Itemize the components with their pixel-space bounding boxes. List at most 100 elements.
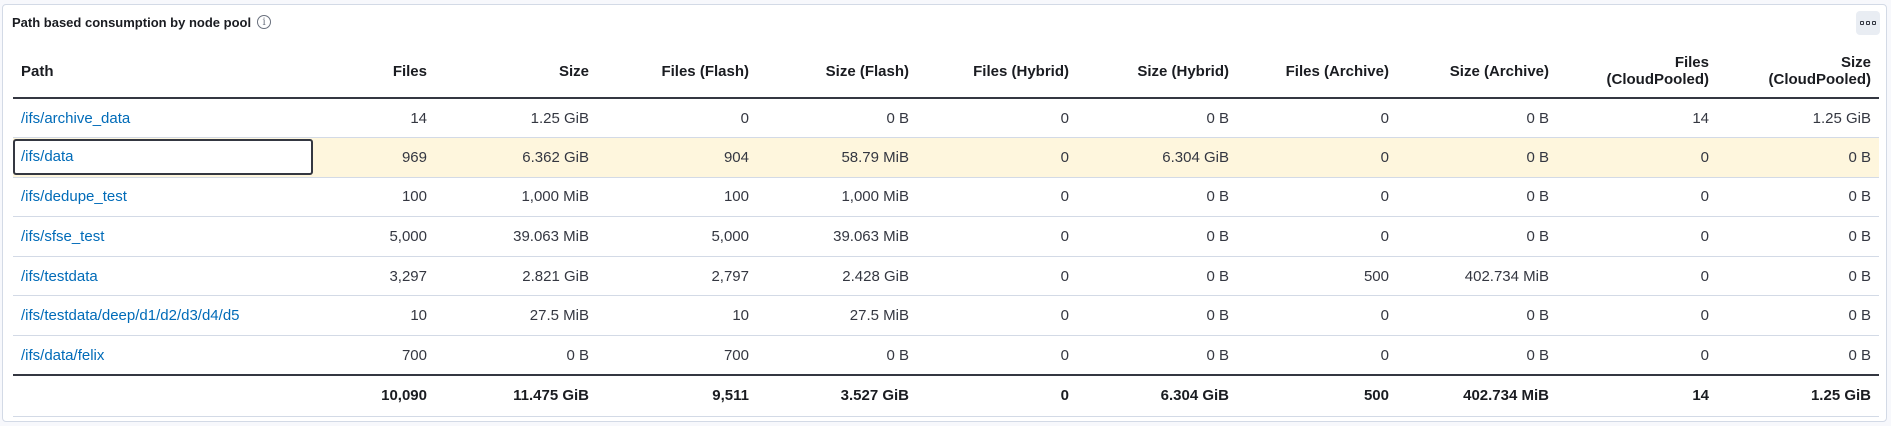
path-link[interactable]: /ifs/data/felix	[21, 347, 104, 364]
total-cell: 0	[917, 374, 1077, 417]
table-row[interactable]: /ifs/testdata/deep/d1/d2/d3/d4/d5 10 27.5 …	[13, 295, 1879, 337]
column-header-label: Files (Archive)	[1285, 62, 1389, 80]
table-row[interactable]: /ifs/data/felix 700 0 B 700 0 B00 B00 B00 B	[13, 335, 1879, 376]
column-header-label: (CloudPooled)	[1768, 71, 1871, 88]
table-cell: 5,000	[597, 216, 757, 257]
path-link[interactable]: /ifs/sfse_test	[21, 228, 104, 245]
path-cell[interactable]: /ifs/sfse_test	[13, 216, 313, 257]
info-icon[interactable]: i	[257, 15, 272, 29]
table-row[interactable]: /ifs/dedupe_test 100 1,000 MiB 100 1,000 MiB…	[13, 177, 1879, 218]
table-cell: 10	[597, 295, 757, 337]
column-header-label: Size (Archive)	[1449, 62, 1549, 80]
boxes-icon	[1860, 21, 1876, 25]
table-totals-row: 10,090 11.475 GiB 9,511 3.527 GiB 0 6.304 GiB…	[13, 374, 1879, 417]
column-header-files-cloudpooled[interactable]: Files (CloudPooled)	[1557, 45, 1717, 99]
table-cell: 0	[597, 98, 757, 139]
column-header-size[interactable]: Size	[435, 45, 597, 99]
column-header-label: Size	[1840, 54, 1871, 71]
path-link[interactable]: /ifs/data	[21, 148, 74, 165]
table-cell: 3,297	[313, 256, 435, 297]
focused-path-cell[interactable]: /ifs/data	[13, 139, 313, 176]
total-cell: 10,090	[313, 374, 435, 417]
path-link[interactable]: /ifs/testdata/deep/d1/d2/d3/d4/d5	[21, 307, 240, 324]
table-cell: 0	[917, 177, 1077, 218]
table-cell: 0 B	[1077, 216, 1237, 257]
table-cell: 5,000	[313, 216, 435, 257]
column-header-files-flash[interactable]: Files (Flash)	[597, 45, 757, 99]
column-header-size-cloudpooled[interactable]: Size (CloudPooled)	[1717, 45, 1879, 99]
table-cell: 2.821 GiB	[435, 256, 597, 297]
table-cell: 402.734 MiB	[1397, 256, 1557, 297]
path-cell[interactable]: /ifs/testdata/deep/d1/d2/d3/d4/d5	[13, 295, 313, 337]
column-header-label: Size	[558, 62, 589, 80]
total-cell: 14	[1557, 374, 1717, 417]
table-cell: 0	[917, 216, 1077, 257]
table-cell: 700	[597, 335, 757, 376]
table-row[interactable]: /ifs/testdata 3,297 2.821 GiB 2,797 2.428 Gi…	[13, 256, 1879, 297]
table-cell: 0 B	[1397, 295, 1557, 337]
table-cell: 0	[1557, 177, 1717, 218]
table-cell: 0 B	[1717, 216, 1879, 257]
column-header-label: Files	[392, 62, 427, 80]
consumption-table: Path Files Size Files (Flash) Size (Flash) Fi…	[13, 45, 1879, 417]
column-header-label: Size (Flash)	[825, 62, 909, 80]
table-cell: 0	[1557, 216, 1717, 257]
column-header-label: Files (Flash)	[661, 62, 749, 80]
table-row[interactable]: /ifs/archive_data 14 1.25 GiB 0 0 B00 B00 B1…	[13, 98, 1879, 139]
table-row[interactable]: /ifs/data 969 6.362 GiB 904 58.79 MiB 0 6.304 …	[13, 137, 1879, 178]
panel-options-button[interactable]	[1856, 11, 1880, 35]
table-cell: 1.25 GiB	[435, 98, 597, 139]
column-header-files[interactable]: Files	[313, 45, 435, 99]
column-header-size-flash[interactable]: Size (Flash)	[757, 45, 917, 99]
table-row[interactable]: /ifs/sfse_test 5,000 39.063 MiB 5,000 39.063…	[13, 216, 1879, 257]
table-cell: 0	[1237, 177, 1397, 218]
path-link[interactable]: /ifs/dedupe_test	[21, 188, 127, 205]
column-header-files-archive[interactable]: Files (Archive)	[1237, 45, 1397, 99]
table-cell: 39.063 MiB	[435, 216, 597, 257]
table-cell: 904	[597, 137, 757, 178]
table-cell: 0 B	[1397, 177, 1557, 218]
path-cell[interactable]: /ifs/testdata	[13, 256, 313, 297]
path-cell[interactable]: /ifs/data/felix	[13, 335, 313, 376]
column-header-size-archive[interactable]: Size (Archive)	[1397, 45, 1557, 99]
table-cell: 0 B	[1717, 137, 1879, 178]
table-cell: 0 B	[435, 335, 597, 376]
path-cell[interactable]: /ifs/dedupe_test	[13, 177, 313, 218]
table-cell: 10	[313, 295, 435, 337]
table-cell: 0	[1557, 335, 1717, 376]
table-cell: 0 B	[1397, 216, 1557, 257]
table-cell: 39.063 MiB	[757, 216, 917, 257]
path-link[interactable]: /ifs/archive_data	[21, 110, 130, 127]
table-cell: 0 B	[1077, 256, 1237, 297]
table-cell: 100	[597, 177, 757, 218]
column-header-label: Size (Hybrid)	[1137, 62, 1229, 80]
column-header-path[interactable]: Path	[13, 45, 313, 99]
path-link[interactable]: /ifs/testdata	[21, 268, 98, 285]
table-cell: 6.362 GiB	[435, 137, 597, 178]
table-cell: 2,797	[597, 256, 757, 297]
table-cell: 0	[1557, 256, 1717, 297]
table-cell: 1,000 MiB	[757, 177, 917, 218]
total-cell: 6.304 GiB	[1077, 374, 1237, 417]
total-cell: 3.527 GiB	[757, 374, 917, 417]
table-cell: 100	[313, 177, 435, 218]
panel-title: Path based consumption by node pool	[12, 14, 252, 30]
table-cell: 0	[917, 256, 1077, 297]
table-cell: 0 B	[757, 335, 917, 376]
table-cell: 0 B	[1397, 98, 1557, 139]
table-cell: 0	[1237, 295, 1397, 337]
path-cell[interactable]: /ifs/data	[13, 137, 313, 178]
table-cell: 27.5 MiB	[757, 295, 917, 337]
table-body: /ifs/archive_data 14 1.25 GiB 0 0 B00 B00 B1…	[13, 98, 1879, 376]
column-header-size-hybrid[interactable]: Size (Hybrid)	[1077, 45, 1237, 99]
column-header-files-hybrid[interactable]: Files (Hybrid)	[917, 45, 1077, 99]
table-cell: 0	[1557, 137, 1717, 178]
table-cell: 0 B	[1077, 177, 1237, 218]
table-cell: 0 B	[1077, 335, 1237, 376]
consumption-table-wrapper: Path Files Size Files (Flash) Size (Flash) Fi…	[13, 45, 1879, 417]
table-header-row: Path Files Size Files (Flash) Size (Flash) Fi…	[13, 45, 1879, 99]
table-cell: 0	[1557, 295, 1717, 337]
total-cell: 9,511	[597, 374, 757, 417]
column-header-label: Files (Hybrid)	[973, 62, 1069, 80]
path-cell[interactable]: /ifs/archive_data	[13, 98, 313, 139]
